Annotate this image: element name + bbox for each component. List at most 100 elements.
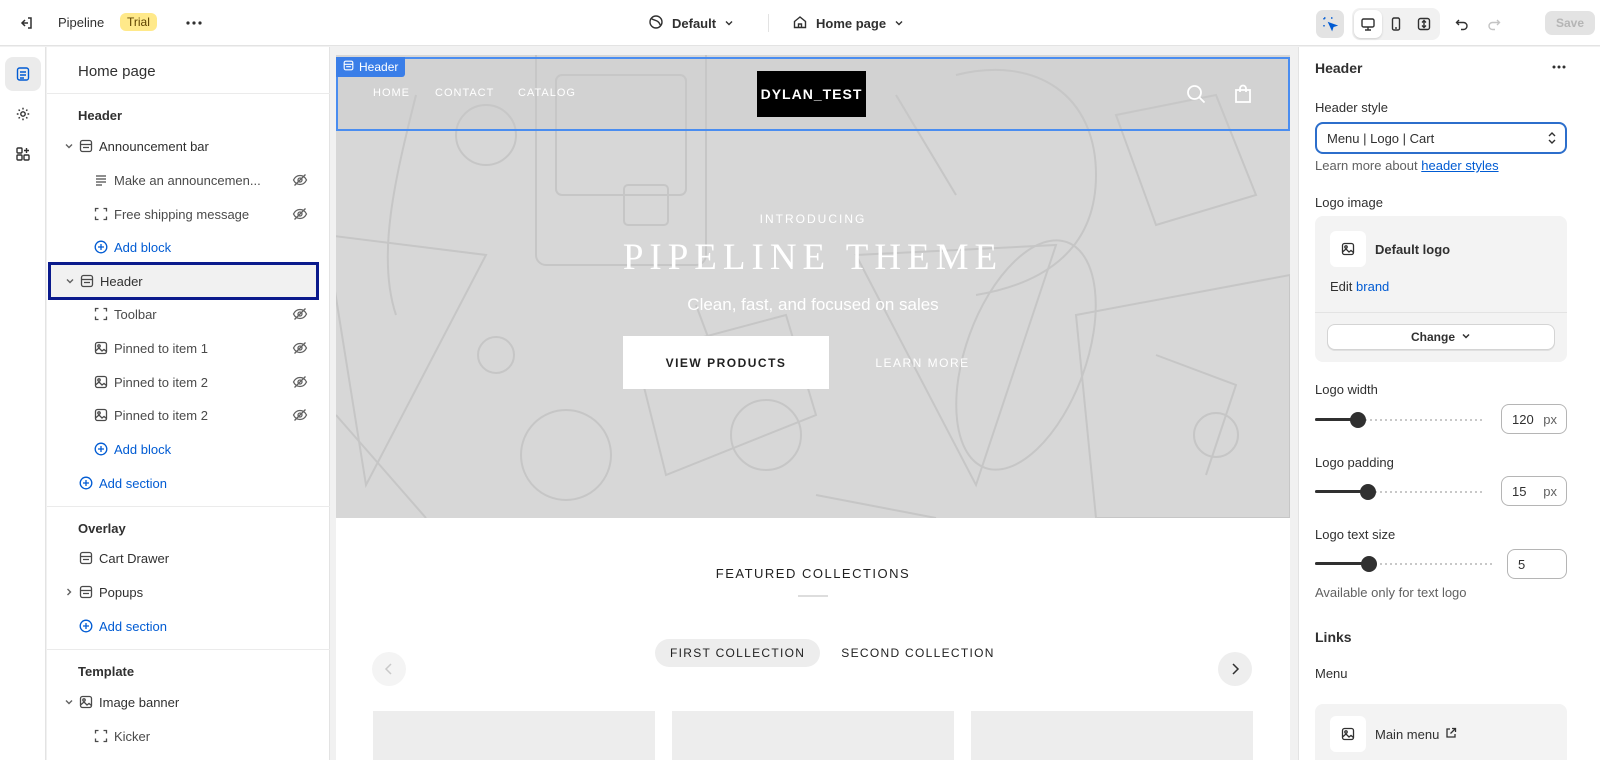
divider: [47, 649, 330, 650]
header-style-select[interactable]: Menu | Logo | Cart: [1315, 122, 1567, 154]
block-pinned-1[interactable]: Pinned to item 1: [47, 334, 330, 362]
chevron-down-icon: [894, 16, 904, 31]
section-label: Header: [100, 273, 143, 289]
carousel-next-button[interactable]: [1218, 652, 1252, 686]
page-selector[interactable]: Home page: [792, 12, 904, 34]
collection-tabs: FIRST COLLECTION SECOND COLLECTION: [655, 639, 1010, 667]
unit-label: px: [1543, 411, 1557, 427]
settings-panel: Header Header style Menu | Logo | Cart L…: [1298, 47, 1600, 760]
image-icon: [93, 407, 109, 423]
carousel-prev-button[interactable]: [372, 652, 406, 686]
eye-hidden-icon[interactable]: [291, 205, 309, 223]
slider-handle[interactable]: [1350, 412, 1366, 428]
block-icon: [93, 206, 109, 222]
tab-second-collection[interactable]: SECOND COLLECTION: [826, 639, 1009, 667]
viewport-toggle: [1352, 8, 1440, 40]
block-toolbar[interactable]: Toolbar: [47, 300, 330, 328]
add-section-label: Add section: [99, 475, 167, 491]
cart-icon[interactable]: [1233, 84, 1253, 107]
desktop-icon[interactable]: [1354, 10, 1382, 38]
chevron-down-icon[interactable]: [62, 695, 76, 709]
block-pinned-3[interactable]: Pinned to item 2: [47, 401, 330, 429]
section-label: Cart Drawer: [99, 550, 170, 566]
plus-circle-icon: [93, 239, 109, 255]
chevron-down-icon[interactable]: [62, 139, 76, 153]
storefront-preview: Header HOME CONTACT CATALOG DYLAN_TEST I…: [336, 55, 1290, 760]
add-section-button[interactable]: Add section: [47, 469, 330, 497]
chevron-right-icon[interactable]: [62, 585, 76, 599]
undo-icon[interactable]: [1448, 10, 1476, 38]
add-block-button[interactable]: Add block: [47, 233, 330, 261]
select-arrows-icon: [1547, 131, 1557, 148]
logo-padding-slider[interactable]: [1315, 484, 1485, 500]
top-bar: Pipeline Trial Default Home page Save: [0, 0, 1600, 46]
logo-placeholder-icon: [1330, 231, 1366, 267]
brand-link[interactable]: brand: [1356, 279, 1389, 294]
product-card[interactable]: [971, 711, 1253, 760]
logo-padding-input[interactable]: 15 px: [1501, 476, 1567, 506]
eye-hidden-icon[interactable]: [291, 305, 309, 323]
header-selection-tag[interactable]: Header: [336, 57, 406, 77]
nav-rail: [0, 47, 46, 760]
logo-image-label: Logo image: [1315, 195, 1383, 210]
menu-picker[interactable]: Main menu: [1315, 704, 1567, 760]
slider-handle[interactable]: [1361, 556, 1377, 572]
block-pinned-2[interactable]: Pinned to item 2: [47, 368, 330, 396]
exit-icon[interactable]: [14, 11, 38, 35]
block-kicker[interactable]: Kicker: [47, 722, 330, 750]
store-logo[interactable]: DYLAN_TEST: [757, 71, 866, 117]
logo-width-input[interactable]: 120 px: [1501, 404, 1567, 434]
change-logo-button[interactable]: Change: [1327, 324, 1555, 350]
divider: [1315, 312, 1567, 313]
header-styles-link[interactable]: header styles: [1421, 158, 1498, 173]
section-image-banner[interactable]: Image banner: [47, 688, 330, 716]
view-products-button[interactable]: VIEW PRODUCTS: [623, 336, 829, 389]
search-icon[interactable]: [1186, 84, 1206, 107]
logo-text-size-slider[interactable]: [1315, 556, 1495, 572]
logo-text-size-input[interactable]: 5: [1507, 549, 1567, 579]
section-announcement-bar[interactable]: Announcement bar: [47, 132, 330, 160]
block-label: Pinned to item 1: [114, 340, 208, 356]
section-header-selected[interactable]: Header: [48, 262, 319, 300]
theme-selector[interactable]: Default: [648, 12, 734, 34]
eye-hidden-icon[interactable]: [291, 339, 309, 357]
logo-width-slider[interactable]: [1315, 412, 1485, 428]
nav-link-contact[interactable]: CONTACT: [435, 87, 494, 99]
section-label: Popups: [99, 584, 144, 600]
slider-handle[interactable]: [1360, 484, 1376, 500]
eye-hidden-icon[interactable]: [291, 406, 309, 424]
save-button[interactable]: Save: [1545, 11, 1595, 35]
app-name: Pipeline: [58, 15, 105, 30]
eye-hidden-icon[interactable]: [291, 373, 309, 391]
product-card[interactable]: [373, 711, 655, 760]
redo-icon[interactable]: [1480, 10, 1508, 38]
inspector-icon[interactable]: [1316, 10, 1344, 38]
learn-more-button[interactable]: LEARN MORE: [856, 336, 989, 389]
block-make-announcement[interactable]: Make an announcemen...: [47, 166, 330, 194]
tab-first-collection[interactable]: FIRST COLLECTION: [655, 639, 821, 667]
menu-name[interactable]: Main menu: [1375, 727, 1457, 742]
nav-link-home[interactable]: HOME: [373, 87, 410, 99]
gear-icon[interactable]: [5, 97, 41, 131]
image-icon: [93, 374, 109, 390]
menu-label: Menu: [1315, 666, 1348, 681]
section-label: Image banner: [99, 694, 180, 710]
mobile-icon[interactable]: [1382, 10, 1410, 38]
more-actions-icon[interactable]: [182, 12, 206, 34]
nav-link-catalog[interactable]: CATALOG: [518, 87, 576, 99]
fullscreen-icon[interactable]: [1410, 10, 1438, 38]
add-section-button[interactable]: Add section: [47, 612, 330, 640]
eye-hidden-icon[interactable]: [291, 171, 309, 189]
apps-icon[interactable]: [5, 137, 41, 171]
product-card[interactable]: [672, 711, 954, 760]
edit-brand-text: Edit brand: [1330, 279, 1389, 294]
add-block-button[interactable]: Add block: [47, 435, 330, 463]
sections-icon[interactable]: [5, 57, 41, 91]
section-popups[interactable]: Popups: [47, 578, 330, 606]
block-free-shipping[interactable]: Free shipping message: [47, 200, 330, 228]
plus-circle-icon: [78, 475, 94, 491]
section-cart-drawer[interactable]: Cart Drawer: [47, 544, 330, 572]
more-actions-icon[interactable]: [1547, 57, 1571, 77]
chevron-down-icon[interactable]: [63, 274, 77, 288]
section-label: Announcement bar: [99, 138, 209, 154]
